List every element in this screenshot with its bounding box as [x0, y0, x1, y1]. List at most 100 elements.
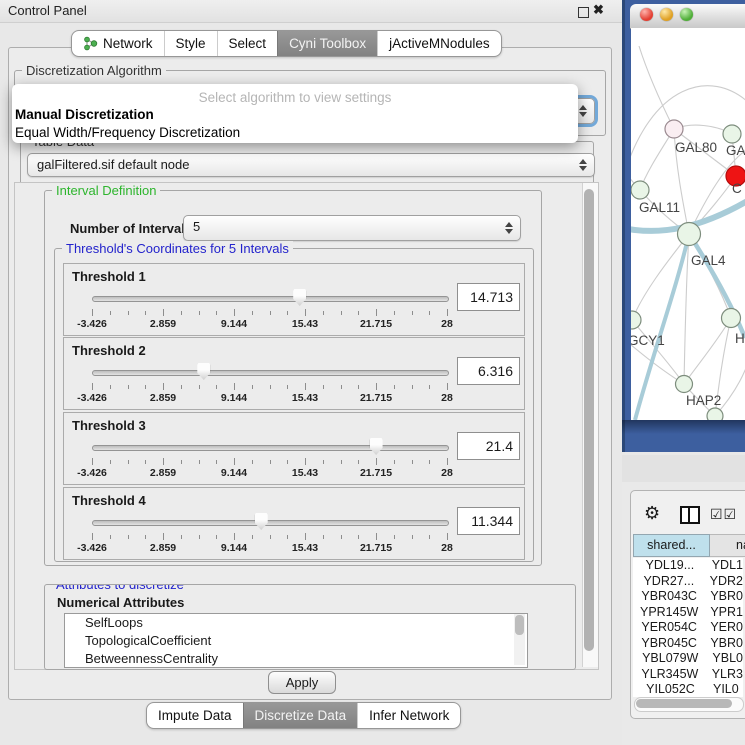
algorithm-dropdown-popup: Select algorithm to view settings Manual…: [12, 84, 578, 143]
cyni-mode-tabs: Impute Data Discretize Data Infer Networ…: [146, 702, 461, 729]
node-hap2[interactable]: [676, 376, 693, 393]
numerical-attributes-label: Numerical Attributes: [57, 595, 184, 610]
cell-name[interactable]: YLR3: [707, 667, 743, 683]
table-panel-titlebar: Table Panel: [622, 455, 745, 482]
cell-shared-name[interactable]: YER054C: [633, 620, 705, 636]
zoom-traffic-light[interactable]: [680, 8, 693, 21]
group-legend: Attributes to discretize: [52, 584, 188, 592]
node-label-h: H: [735, 331, 745, 346]
table-data-combobox[interactable]: galFiltered.sif default node: [27, 153, 595, 177]
attributes-to-discretize-group: Attributes to discretize Numerical Attri…: [44, 584, 576, 670]
table-row[interactable]: YBL079WYBL0: [633, 651, 743, 667]
table-row[interactable]: YPR145WYPR1: [633, 605, 743, 621]
gear-icon[interactable]: ⚙: [644, 503, 660, 524]
column-header-shared-name[interactable]: shared...: [633, 534, 710, 557]
cell-name[interactable]: YPR1: [705, 605, 743, 621]
list-item[interactable]: TopologicalCoefficient: [65, 632, 527, 650]
list-scrollbar-thumb[interactable]: [515, 615, 524, 635]
node-h[interactable]: [722, 309, 741, 328]
cell-name[interactable]: YIL0: [708, 682, 739, 697]
list-item[interactable]: BetweennessCentrality: [65, 650, 527, 668]
control-panel-titlebar: Control Panel ✖: [0, 0, 622, 23]
node-label-gal80: GAL80: [675, 140, 717, 155]
tab-label: Cyni Toolbox: [289, 31, 366, 56]
cell-name[interactable]: YDR2: [705, 574, 743, 590]
combo-value: galFiltered.sif default node: [37, 157, 189, 172]
node-label-partial-c: C: [732, 181, 742, 196]
cell-shared-name[interactable]: YLR345W: [633, 667, 707, 683]
node-gal4[interactable]: [678, 223, 701, 246]
interval-definition-group: Interval Definition: [44, 190, 542, 566]
cell-name[interactable]: YDL1: [707, 558, 743, 574]
select-columns-checkbox-icons[interactable]: ☑☑: [710, 506, 737, 523]
canvas-shadow: [622, 420, 745, 434]
dropdown-prompt: Select algorithm to view settings: [12, 84, 578, 106]
tab-cyni-toolbox[interactable]: Cyni Toolbox: [277, 31, 377, 56]
tab-label: jActiveMNodules: [389, 31, 490, 56]
table-row[interactable]: YBR045CYBR0: [633, 636, 743, 652]
tab-discretize-data[interactable]: Discretize Data: [243, 703, 358, 728]
cell-name[interactable]: YBR0: [705, 636, 743, 652]
table-row[interactable]: YER054CYER0: [633, 620, 743, 636]
tab-impute-data[interactable]: Impute Data: [147, 703, 243, 728]
minimize-traffic-light[interactable]: [660, 8, 673, 21]
table-hscrollbar-thumb[interactable]: [636, 699, 732, 708]
table-row[interactable]: YIL052CYIL0: [633, 682, 743, 697]
tab-label: Impute Data: [158, 703, 232, 728]
numerical-attributes-list[interactable]: SelfLoopsTopologicalCoefficientBetweenne…: [64, 613, 528, 668]
table-row[interactable]: YLR345WYLR3: [633, 667, 743, 683]
table-row[interactable]: YDL19...YDL1: [633, 558, 743, 574]
panel-title: Control Panel: [8, 3, 87, 18]
tab-style[interactable]: Style: [164, 31, 217, 56]
control-panel-tabs: Network Style Select Cyni Toolbox jActiv…: [71, 30, 502, 57]
close-icon[interactable]: ✖: [593, 2, 604, 18]
columns-icon[interactable]: [680, 506, 700, 524]
tab-jactivemnodules[interactable]: jActiveMNodules: [377, 31, 501, 56]
cell-shared-name[interactable]: YBR043C: [633, 589, 705, 605]
tab-network[interactable]: Network: [72, 31, 164, 56]
tab-select[interactable]: Select: [217, 31, 278, 56]
network-window-titlebar: [630, 4, 745, 29]
table-row[interactable]: YBR043CYBR0: [633, 589, 743, 605]
cell-name[interactable]: YBR0: [705, 589, 743, 605]
network-canvas[interactable]: GAL80 GA C GAL11 GAL4 GCY1 H HAP2: [631, 28, 745, 420]
cell-shared-name[interactable]: YDL19...: [633, 558, 707, 574]
tab-label: Discretize Data: [255, 703, 347, 728]
combo-arrows-icon: [579, 159, 587, 171]
panel-scrollbar-thumb[interactable]: [584, 189, 594, 651]
table-row[interactable]: YDR27...YDR2: [633, 574, 743, 590]
cell-shared-name[interactable]: YDR27...: [633, 574, 705, 590]
node-label-gal11: GAL11: [639, 200, 680, 215]
dropdown-option-equal-width[interactable]: Equal Width/Frequency Discretization: [12, 124, 578, 142]
cell-name[interactable]: YBL0: [707, 651, 743, 667]
group-legend: Interval Definition: [52, 183, 160, 198]
cell-name[interactable]: YER0: [705, 620, 743, 636]
node-gal80[interactable]: [665, 120, 683, 138]
group-legend: Discretization Algorithm: [22, 63, 166, 78]
close-traffic-light[interactable]: [640, 8, 653, 21]
list-scrollbar-track[interactable]: [514, 614, 525, 665]
node-gal11[interactable]: [631, 181, 649, 199]
cell-shared-name[interactable]: YIL052C: [633, 682, 708, 697]
table-header: shared... na: [633, 534, 745, 557]
network-icon: [83, 36, 98, 51]
float-window-icon[interactable]: [578, 7, 589, 18]
table-rows: YDL19...YDL1YDR27...YDR2YBR043CYBR0YPR14…: [633, 558, 743, 697]
node-bottom[interactable]: [707, 408, 723, 420]
table-hscrollbar-track[interactable]: [634, 697, 744, 712]
tab-infer-network[interactable]: Infer Network: [357, 703, 460, 728]
tab-label: Network: [103, 31, 153, 56]
tab-label: Select: [229, 31, 267, 56]
cell-shared-name[interactable]: YBL079W: [633, 651, 707, 667]
apply-button[interactable]: Apply: [268, 671, 336, 694]
node-gcy1[interactable]: [631, 311, 641, 329]
node-top-right[interactable]: [723, 125, 741, 143]
dropdown-option-manual[interactable]: Manual Discretization: [12, 106, 578, 124]
list-item[interactable]: SelfLoops: [65, 614, 527, 632]
node-label-gcy1: GCY1: [631, 333, 665, 348]
node-label-hap2: HAP2: [686, 393, 721, 408]
column-header-name[interactable]: na: [710, 534, 745, 557]
cell-shared-name[interactable]: YPR145W: [633, 605, 705, 621]
cell-shared-name[interactable]: YBR045C: [633, 636, 705, 652]
node-label-gal4: GAL4: [691, 253, 726, 268]
